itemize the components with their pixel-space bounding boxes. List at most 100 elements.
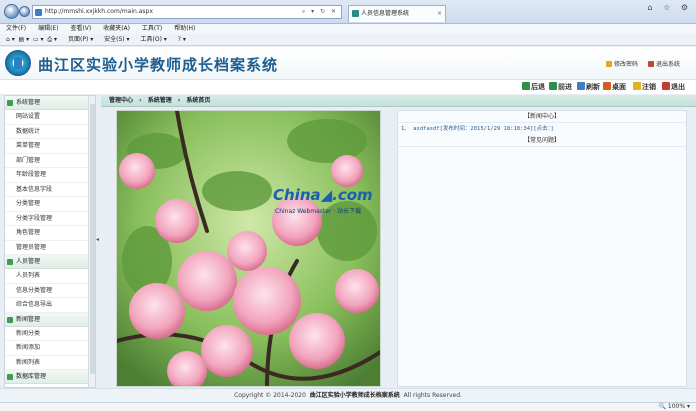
refresh-label: 刷新 — [586, 83, 600, 91]
sidebar-item-roles[interactable]: 角色管理 — [5, 226, 89, 241]
tab-close-icon[interactable]: × — [437, 6, 442, 21]
sidebar-group-label: 人员管理 — [16, 258, 41, 265]
news-panel: 【新闻中心】 1、 asdfasdf[发布时间：2015/1/29 18:18:… — [397, 110, 687, 387]
breadcrumb-separator: › — [139, 97, 142, 104]
copyright-prefix: Copyright © 2014-2020 — [234, 392, 306, 399]
sidebar-item-site-settings[interactable]: 网站设置 — [5, 110, 89, 125]
sidebar-item-menu-management[interactable]: 菜单管理 — [5, 139, 89, 154]
sidebar-scrollbar[interactable] — [88, 96, 95, 387]
news-item[interactable]: 1、 asdfasdf[发布时间：2015/1/29 18:18:34][点击：… — [398, 123, 686, 135]
logout-label: 注销 — [642, 83, 656, 91]
sidebar-item-news-list[interactable]: 新闻列表 — [5, 356, 89, 370]
sidebar-group-label: 数据库管理 — [16, 373, 47, 380]
exit-icon — [648, 61, 654, 67]
menu-tools[interactable]: 工具(T) — [142, 25, 162, 32]
browser-forward-button[interactable]: › — [19, 6, 30, 17]
desktop-button[interactable]: 桌面 — [603, 82, 626, 92]
site-favicon-icon — [35, 9, 42, 16]
sidebar-item-info-category[interactable]: 信息分类管理 — [5, 284, 89, 298]
exit-button[interactable]: 退出 — [662, 82, 685, 92]
forward-label: 前进 — [558, 83, 572, 91]
menu-edit[interactable]: 编辑(E) — [38, 25, 58, 32]
menu-view[interactable]: 查看(V) — [70, 25, 91, 32]
menu-favorites[interactable]: 收藏夹(A) — [103, 25, 130, 32]
sidebar-group-system[interactable]: 系统管理 — [5, 96, 89, 110]
browser-command-bar: ⌂ ▾ ▤ ▾ ▭ ▾ ⎙ ▾ 页面(P) ▾ 安全(S) ▾ 工具(O) ▾ … — [0, 34, 696, 46]
address-bar[interactable]: http://mmshi.xxjkkh.com/main.aspx ⌕ ▾ ↻ … — [32, 5, 342, 19]
back-label: 后退 — [531, 83, 545, 91]
app-toolbar: 后退 前进 刷新 桌面 注销 退出 — [0, 80, 696, 94]
blossom-image — [117, 111, 380, 386]
watermark-subtitle: Chinaz Webmaster · 站长下载 — [275, 208, 362, 215]
sidebar-group-news[interactable]: 新闻管理 — [5, 312, 89, 327]
browser-titlebar: ‹ › http://mmshi.xxjkkh.com/main.aspx ⌕ … — [0, 0, 696, 24]
cherry-blossom-photo: China◢.com Chinaz Webmaster · 站长下载 — [116, 110, 381, 387]
breadcrumb-separator: › — [177, 97, 181, 104]
change-password-label: 修改密码 — [614, 61, 639, 68]
sidebar-item-personnel-list[interactable]: 人员列表 — [5, 269, 89, 284]
change-password-link[interactable]: 修改密码 — [606, 59, 638, 68]
cmd-page[interactable]: 页面(P) ▾ — [68, 36, 93, 43]
desktop-label: 桌面 — [612, 83, 626, 91]
refresh-button[interactable]: 刷新 — [577, 82, 600, 92]
cmd-security[interactable]: 安全(S) ▾ — [104, 36, 129, 43]
browser-statusbar: 🔍 100% ▾ — [0, 402, 696, 411]
logout-icon — [633, 82, 641, 90]
sidebar-item-department[interactable]: 部门管理 — [5, 154, 89, 168]
copyright-suffix: All rights Reserved. — [403, 392, 462, 399]
back-button[interactable]: 后退 — [522, 82, 545, 92]
sidebar-collapse-icon[interactable]: ◂ — [96, 236, 100, 248]
exit-label: 退出 — [671, 83, 685, 91]
zoom-level[interactable]: 🔍 100% ▾ — [659, 403, 690, 411]
browser-menubar: 文件(F) 编辑(E) 查看(V) 收藏夹(A) 工具(T) 帮助(H) — [0, 24, 696, 34]
address-tools-icon[interactable]: ⌕ ▾ ↻ ✕ — [302, 6, 338, 18]
logout-system-label: 退出系统 — [656, 61, 681, 68]
sidebar-item-category[interactable]: 分类管理 — [5, 197, 89, 212]
sidebar-item-admins[interactable]: 管理员管理 — [5, 241, 89, 255]
sidebar: 系统管理 网站设置 数据统计 菜单管理 部门管理 年龄段管理 基本信息字段 分类… — [4, 95, 96, 388]
browser-tab[interactable]: 人员信息管理系统 × — [348, 5, 446, 22]
breadcrumb-home[interactable]: 管理中心 — [109, 97, 133, 104]
faq-heading: 【常见问题】 — [398, 135, 686, 147]
key-icon — [606, 61, 612, 67]
sidebar-item-statistics[interactable]: 数据统计 — [5, 125, 89, 139]
group-icon — [7, 259, 13, 265]
school-logo-icon — [5, 50, 31, 76]
logout-system-link[interactable]: 退出系统 — [648, 59, 680, 68]
menu-help[interactable]: 帮助(H) — [174, 25, 195, 32]
breadcrumb: 管理中心 › 系统管理 › 系统首页 — [101, 95, 696, 107]
sidebar-group-label: 新闻管理 — [16, 315, 41, 323]
watermark-title: China◢.com — [273, 186, 373, 204]
cmd-help[interactable]: ? ▾ — [178, 36, 186, 43]
sidebar-item-export[interactable]: 综合信息导出 — [5, 298, 89, 313]
breadcrumb-current: 系统首页 — [186, 97, 211, 104]
app-header: 曲江区实验小学教师成长档案系统 修改密码 退出系统 — [0, 47, 696, 80]
address-url: http://mmshi.xxjkkh.com/main.aspx — [45, 8, 153, 15]
cmd-icons[interactable]: ⌂ ▾ ▤ ▾ ▭ ▾ ⎙ ▾ — [6, 36, 57, 43]
breadcrumb-system[interactable]: 系统管理 — [148, 97, 172, 104]
sidebar-item-news-category[interactable]: 新闻分类 — [5, 327, 89, 341]
scrollbar-thumb[interactable] — [90, 104, 95, 374]
sidebar-group-database[interactable]: 数据库管理 — [5, 370, 89, 384]
sidebar-item-news-add[interactable]: 新闻添加 — [5, 341, 89, 356]
sidebar-item-age-range[interactable]: 年龄段管理 — [5, 168, 89, 183]
sidebar-group-label: 系统管理 — [16, 99, 41, 106]
browser-back-button[interactable]: ‹ — [4, 4, 19, 19]
tab-title: 人员信息管理系统 — [361, 10, 410, 17]
logout-button[interactable]: 注销 — [633, 82, 656, 92]
page-title: 曲江区实验小学教师成长档案系统 — [38, 56, 279, 74]
cmd-tools[interactable]: 工具(O) ▾ — [141, 36, 167, 43]
back-icon — [522, 82, 530, 90]
sidebar-item-basic-fields[interactable]: 基本信息字段 — [5, 183, 89, 197]
tab-favicon-icon — [352, 10, 359, 17]
window-controls[interactable]: ⌂ ☆ ⚙ — [647, 3, 692, 12]
sidebar-group-personnel[interactable]: 人员管理 — [5, 255, 89, 269]
watermark-logo: China◢.com Chinaz Webmaster · 站长下载 — [273, 186, 380, 216]
sidebar-item-category-fields[interactable]: 分类字段管理 — [5, 212, 89, 226]
refresh-icon — [577, 82, 585, 90]
zoom-value: 100% — [667, 403, 686, 410]
menu-file[interactable]: 文件(F) — [6, 25, 26, 32]
home-icon — [603, 82, 611, 90]
forward-button[interactable]: 前进 — [549, 82, 572, 92]
news-center-heading: 【新闻中心】 — [398, 111, 686, 123]
